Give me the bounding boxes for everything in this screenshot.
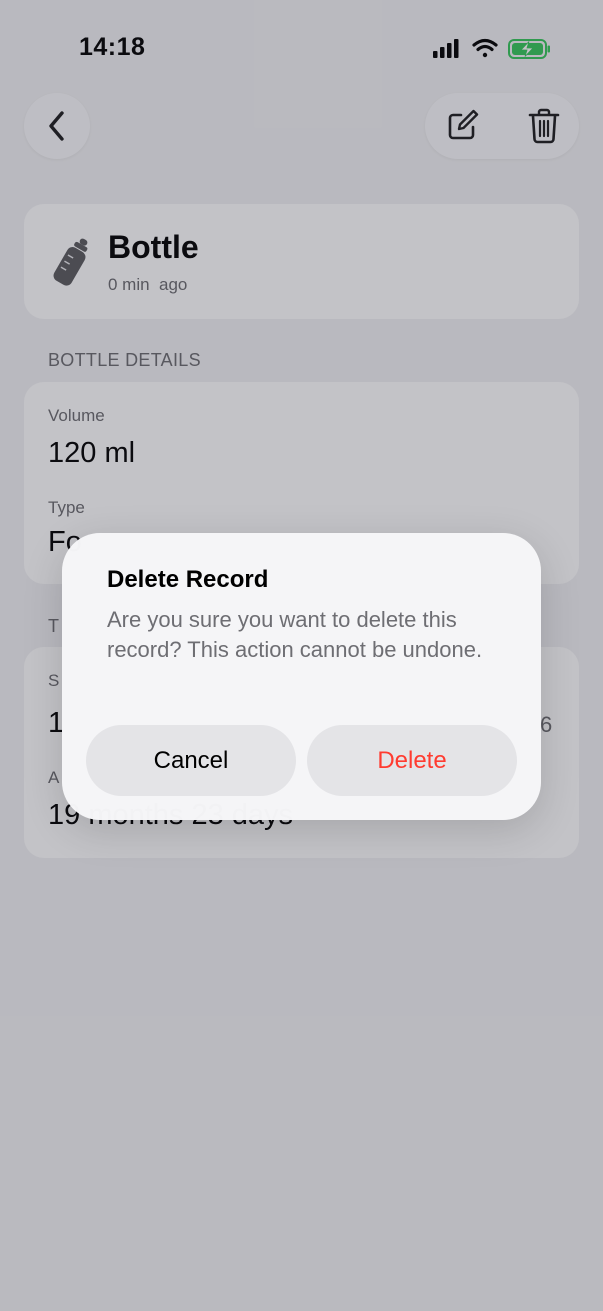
alert-message: Are you sure you want to delete this rec… [107, 607, 483, 662]
alert-cancel-button[interactable]: Cancel [86, 725, 296, 796]
alert-delete-button[interactable]: Delete [307, 725, 517, 796]
alert-title: Delete Record [107, 566, 269, 593]
